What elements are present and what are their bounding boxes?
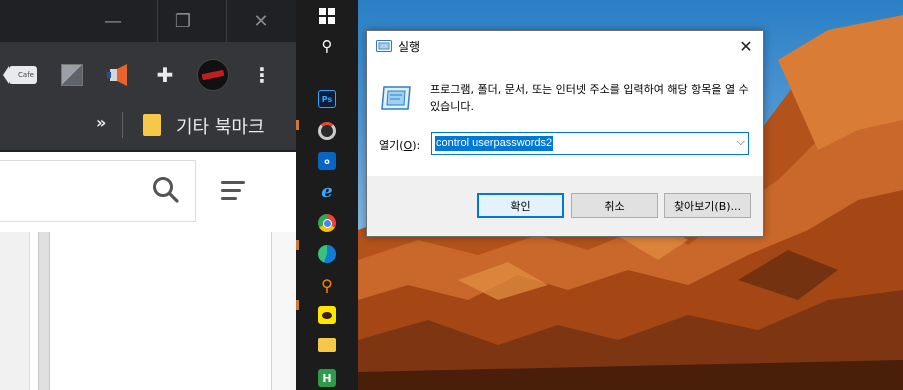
hwp-icon[interactable]: H bbox=[318, 369, 336, 387]
puzzle-extensions-icon[interactable]: ✚ bbox=[150, 60, 180, 90]
titlebar-divider bbox=[226, 0, 227, 42]
taskbar-running-indicator bbox=[296, 300, 299, 310]
other-bookmarks-label[interactable]: 기타 북마크 bbox=[176, 113, 265, 139]
gray-square-extension-icon[interactable] bbox=[57, 60, 87, 90]
outlook-icon[interactable]: o bbox=[318, 152, 336, 170]
profile-avatar[interactable] bbox=[197, 59, 229, 91]
cafe-extension-icon[interactable]: Cafe bbox=[3, 60, 38, 90]
browse-button[interactable]: 찾아보기(B)... bbox=[664, 193, 751, 218]
kakaotalk-icon[interactable] bbox=[318, 306, 336, 324]
bookmarks-divider bbox=[122, 112, 123, 138]
taskbar-search-icon[interactable]: ⚲ bbox=[318, 37, 336, 55]
edge-icon[interactable] bbox=[318, 245, 336, 263]
speaker-extension-icon[interactable] bbox=[104, 60, 134, 90]
titlebar-divider bbox=[157, 0, 158, 42]
chevron-down-icon[interactable]: ⌵ bbox=[737, 135, 745, 149]
open-input-value[interactable]: control userpasswords2 bbox=[435, 136, 554, 151]
close-icon[interactable]: ✕ bbox=[733, 34, 759, 58]
key-app-icon[interactable]: ⚲ bbox=[318, 276, 336, 295]
spinner-app-icon[interactable] bbox=[318, 122, 336, 140]
hamburger-menu-icon[interactable] bbox=[221, 181, 245, 201]
cafe-tag-label: Cafe bbox=[3, 66, 37, 84]
close-window-button[interactable]: ✕ bbox=[238, 0, 284, 42]
windows-logo-icon[interactable] bbox=[318, 7, 336, 25]
more-menu-icon[interactable]: ⋮ bbox=[247, 60, 277, 90]
file-explorer-icon[interactable] bbox=[318, 338, 336, 352]
restore-button[interactable]: ❐ bbox=[160, 0, 206, 42]
internet-explorer-icon[interactable]: e bbox=[318, 181, 336, 202]
run-dialog-body bbox=[367, 61, 763, 176]
page-left-panel bbox=[0, 232, 30, 390]
page-scrollbar[interactable] bbox=[38, 232, 50, 390]
folder-icon[interactable] bbox=[143, 114, 161, 136]
cancel-button[interactable]: 취소 bbox=[571, 193, 658, 218]
run-dialog-title: 실행 bbox=[398, 40, 421, 54]
run-icon bbox=[376, 40, 392, 52]
open-field-label: 열기(O): bbox=[379, 139, 421, 152]
taskbar-running-indicator bbox=[296, 240, 299, 250]
run-dialog-titlebar bbox=[367, 31, 763, 61]
minimize-button[interactable]: — bbox=[90, 0, 136, 42]
taskbar-running-indicator bbox=[296, 120, 299, 130]
ok-button[interactable]: 확인 bbox=[477, 193, 564, 218]
open-combobox[interactable]: control userpasswords2 ⌵ bbox=[431, 132, 749, 155]
page-content-panel bbox=[50, 232, 272, 390]
chrome-icon[interactable] bbox=[318, 214, 336, 232]
browser-window: — ❐ ✕ Cafe ✚ ⋮ » 기타 북마크 bbox=[0, 0, 296, 390]
search-icon[interactable] bbox=[152, 176, 180, 204]
photoshop-icon[interactable]: Ps bbox=[318, 90, 336, 108]
run-dialog-description: 프로그램, 폴더, 문서, 또는 인터넷 주소를 입력하여 해당 항목을 열 수… bbox=[430, 83, 749, 113]
run-program-icon bbox=[381, 86, 411, 110]
page-right-gutter bbox=[272, 232, 296, 390]
bookmarks-overflow-button[interactable]: » bbox=[96, 113, 106, 132]
run-dialog: 실행 ✕ 프로그램, 폴더, 문서, 또는 인터넷 주소를 입력하여 해당 항목… bbox=[366, 30, 764, 237]
